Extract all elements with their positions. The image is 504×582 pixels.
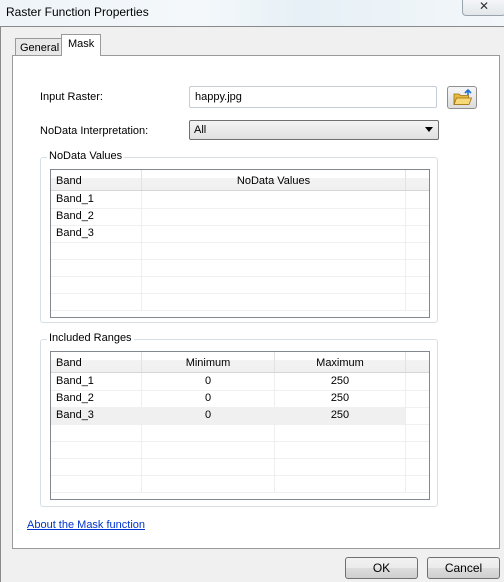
- table-row-selected[interactable]: Band_3 0 250: [51, 407, 429, 425]
- column-header-minimum[interactable]: Minimum: [142, 352, 274, 372]
- band-cell: Band_3: [56, 409, 94, 421]
- close-icon: ✕: [478, 0, 490, 13]
- empty-row: [51, 424, 429, 442]
- table-row[interactable]: Band_1 0 250: [51, 373, 429, 391]
- nodata-interpretation-label: NoData Interpretation:: [40, 125, 149, 137]
- about-mask-function-link[interactable]: About the Mask function: [27, 519, 145, 531]
- nodata-value-cell[interactable]: [142, 191, 405, 208]
- empty-row: [51, 259, 429, 277]
- maximum-cell[interactable]: 250: [275, 390, 405, 407]
- table-row[interactable]: Band_2 0 250: [51, 390, 429, 408]
- empty-row: [51, 475, 429, 493]
- input-raster-value: happy.jpg: [195, 91, 242, 103]
- empty-row: [51, 242, 429, 260]
- band-cell: Band_2: [56, 392, 94, 404]
- nodata-values-group: NoData Values Band NoData Values Band_1 …: [40, 150, 438, 323]
- included-ranges-group-title: Included Ranges: [47, 332, 134, 344]
- empty-row: [51, 458, 429, 476]
- band-cell: Band_2: [56, 210, 94, 222]
- ok-button[interactable]: OK: [345, 557, 418, 579]
- table-row[interactable]: Band_2: [51, 208, 429, 226]
- included-ranges-group: Included Ranges Band Minimum Maximum Ban…: [40, 332, 438, 507]
- close-button[interactable]: ✕: [462, 0, 504, 16]
- open-folder-icon: [453, 88, 473, 105]
- maximum-cell[interactable]: 250: [275, 373, 405, 390]
- nodata-value-cell[interactable]: [142, 208, 405, 225]
- input-raster-field[interactable]: happy.jpg: [189, 86, 437, 108]
- chevron-down-icon: [425, 127, 433, 132]
- window-title: Raster Function Properties: [6, 5, 149, 19]
- minimum-cell[interactable]: 0: [142, 390, 274, 407]
- minimum-cell[interactable]: 0: [142, 407, 274, 424]
- nodata-interpretation-value: All: [194, 124, 207, 136]
- included-ranges-grid[interactable]: Band Minimum Maximum Band_1 0 250 Band_2…: [50, 351, 430, 500]
- column-header-band[interactable]: Band: [56, 352, 82, 372]
- window-border: [0, 27, 1, 582]
- nodata-value-cell[interactable]: [142, 225, 405, 242]
- empty-row: [51, 293, 429, 311]
- column-header-nodata-values[interactable]: NoData Values: [142, 170, 405, 190]
- cancel-button[interactable]: Cancel: [427, 557, 500, 579]
- band-cell: Band_1: [56, 193, 94, 205]
- tab-general[interactable]: General: [15, 38, 65, 56]
- column-header-maximum[interactable]: Maximum: [275, 352, 405, 372]
- band-cell: Band_3: [56, 227, 94, 239]
- grid-header: Band Minimum Maximum: [51, 352, 429, 373]
- nodata-values-grid[interactable]: Band NoData Values Band_1 Band_2 Band_3: [50, 169, 430, 318]
- maximum-cell[interactable]: 250: [275, 407, 405, 424]
- empty-row: [51, 276, 429, 294]
- nodata-interpretation-dropdown[interactable]: All: [189, 120, 439, 140]
- input-raster-label: Input Raster:: [40, 91, 103, 103]
- table-row[interactable]: Band_1: [51, 191, 429, 209]
- nodata-values-group-title: NoData Values: [47, 150, 125, 162]
- grid-header: Band NoData Values: [51, 170, 429, 191]
- empty-row: [51, 441, 429, 459]
- title-bar: Raster Function Properties ✕: [0, 0, 504, 27]
- minimum-cell[interactable]: 0: [142, 373, 274, 390]
- column-header-band[interactable]: Band: [56, 170, 82, 190]
- tab-mask[interactable]: Mask: [61, 34, 102, 56]
- browse-button[interactable]: [447, 86, 477, 109]
- table-row[interactable]: Band_3: [51, 225, 429, 243]
- band-cell: Band_1: [56, 375, 94, 387]
